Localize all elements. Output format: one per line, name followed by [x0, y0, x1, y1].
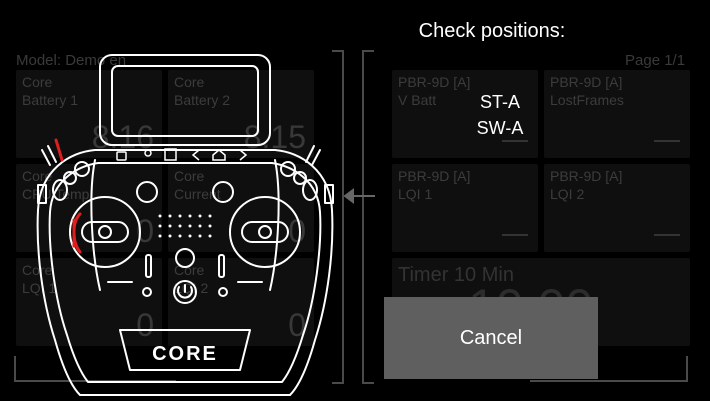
chevron-left-icon — [191, 149, 200, 161]
cancel-button[interactable]: Cancel — [384, 297, 598, 379]
highlight-switches — [54, 138, 82, 254]
transmitter-illustration: CORE — [36, 54, 375, 396]
position-item-st-a: ST-A — [479, 92, 520, 112]
speaker-grill — [158, 214, 212, 238]
position-item-sw-a: SW-A — [476, 118, 524, 138]
center-arrow — [343, 188, 375, 204]
home-icon — [212, 149, 226, 161]
check-positions-title: Check positions: — [418, 20, 566, 42]
chevron-right-icon — [239, 149, 248, 161]
lock-icon — [116, 151, 127, 161]
switch-highlight-top — [54, 138, 64, 162]
core-logo: CORE — [152, 343, 218, 365]
